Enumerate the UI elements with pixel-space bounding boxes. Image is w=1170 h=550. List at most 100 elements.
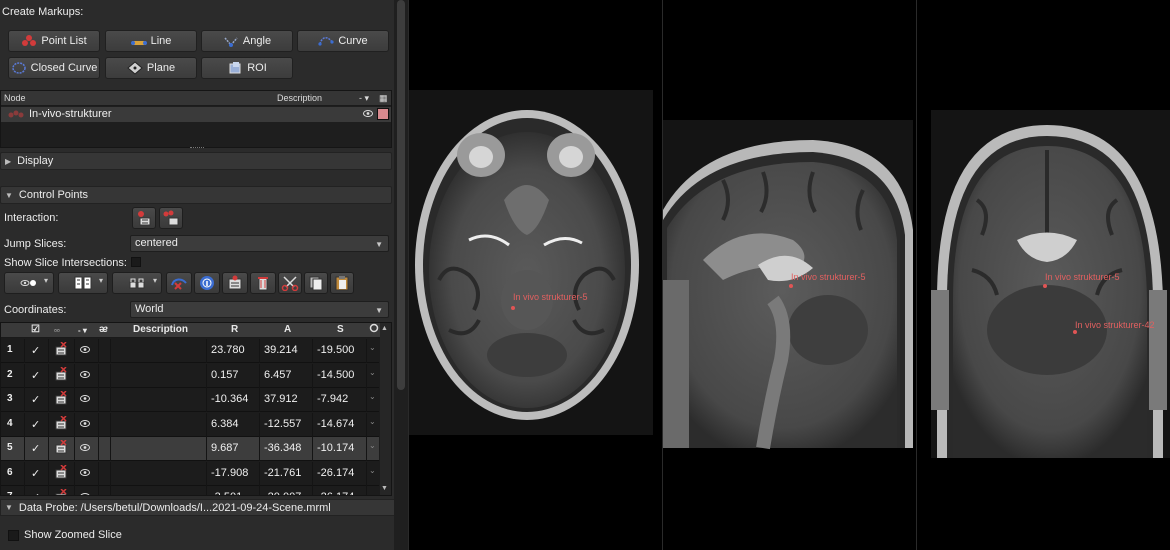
unset-position-button[interactable] [222,272,248,294]
row-dropdown-icon[interactable]: ⌄ [369,417,376,426]
table-vertical-scrollbar[interactable]: ▲ ▼ [380,323,391,495]
row-dropdown-icon[interactable]: ⌄ [369,392,376,401]
copy-button[interactable] [304,272,328,294]
sagittal-slice-view[interactable]: In vivo strukturer-5 [662,0,916,550]
row-selected-checkbox[interactable]: ✓ [31,442,40,455]
visibility-menu-arrow[interactable]: ▾ [44,276,48,285]
fiducial-point-axial[interactable] [511,306,515,310]
row-dropdown-icon[interactable]: ⌄ [369,343,376,352]
row-lock-icon[interactable] [55,342,67,356]
table-row[interactable]: 2 ✓ 0.157 6.457 -14.500 ⌄ [1,363,379,388]
s-column-header[interactable]: S [337,324,344,335]
slice-intersections-checkbox[interactable] [131,257,141,267]
line-button[interactable]: Line [105,30,197,52]
row-dropdown-icon[interactable]: ⌄ [369,490,376,495]
row-number-cell [1,486,25,495]
row-dropdown-icon[interactable]: ⌄ [369,368,376,377]
place-multiple-points-icon [163,210,179,226]
delete-point-button[interactable] [166,272,192,294]
row-selected-checkbox[interactable]: ✓ [31,344,40,357]
row-lock-icon[interactable] [55,440,67,454]
row-visibility-eye-icon[interactable] [80,468,90,476]
selection-menu-arrow[interactable]: ▾ [99,276,103,285]
table-row[interactable]: 1 ✓ 23.780 39.214 -19.500 ⌄ [1,339,379,363]
column-grid-icon[interactable]: ▦ [379,93,388,104]
selected-column-icon[interactable]: ☑ [31,324,40,335]
row-lock-icon[interactable] [55,415,67,430]
fiducial-point-coronal[interactable] [1043,284,1047,288]
row-visibility-eye-icon[interactable] [80,370,90,378]
coordinates-label: Coordinates: [4,304,67,316]
plane-button[interactable]: Plane [105,57,197,79]
row-dropdown-icon[interactable]: ⌄ [369,466,376,475]
closed-curve-button[interactable]: Closed Curve [8,57,100,79]
row-selected-checkbox[interactable]: ✓ [31,369,40,382]
show-zoomed-slice-checkbox[interactable] [8,530,19,541]
row-selected-checkbox[interactable]: ✓ [31,393,40,406]
fiducial-point-sagittal[interactable] [789,284,793,288]
paste-button[interactable] [330,272,354,294]
point-list-button[interactable]: Point List [8,30,100,52]
place-multiple-points-button[interactable] [159,207,183,229]
table-row[interactable]: 3 ✓ -10.364 37.912 -7.942 ⌄ [1,388,379,412]
row-lock-icon[interactable] [55,391,67,405]
r-column-header[interactable]: R [231,324,238,335]
interaction-label: Interaction: [4,212,59,224]
node-visibility-eye-icon[interactable] [363,110,373,117]
fiducial-label-axial: In vivo strukturer-5 [513,292,588,302]
roi-button[interactable]: ROI [201,57,293,79]
point-info-button[interactable] [194,272,220,294]
angle-button[interactable]: Angle [201,30,293,52]
node-table-header: Node Description - ▾ ▦ [1,91,391,106]
node-row[interactable]: In-vivo-strukturer [1,107,391,122]
table-row[interactable]: 7 ✓ -3.501 -20.007 -26.174 ⌄ [1,486,379,496]
table-row[interactable]: 5 ✓ 9.687 -36.348 -10.174 ⌄ [1,437,379,461]
axial-slice-view[interactable]: In vivo strukturer-5 [408,0,662,550]
scroll-down-arrow-icon[interactable]: ▼ [381,485,388,492]
row-visibility-eye-icon[interactable] [80,346,90,353]
row-visibility-eye-icon[interactable] [80,444,90,451]
row-lock-icon[interactable] [55,464,67,479]
description-column-header[interactable]: Description [133,324,188,335]
table-row[interactable]: 4 ✓ 6.384 -12.557 -14.674 ⌄ [1,412,379,437]
curve-button[interactable]: Curve [297,30,389,52]
jump-slices-select[interactable]: centered ▼ [130,235,389,252]
coronal-slice-view[interactable]: In vivo strukturer-5 In vivo strukturer-… [916,0,1170,550]
collapsed-arrow-icon: ▶ [5,156,12,166]
description-column-header[interactable]: Description [277,93,322,103]
control-points-section[interactable]: ▼ Control Points [0,186,392,204]
coordinates-select[interactable]: World ▼ [130,301,389,318]
row-number-cell [1,339,25,363]
panel-scrollbar-thumb[interactable] [397,0,405,390]
lock-menu-arrow[interactable]: ▾ [153,276,157,285]
row-visibility-eye-icon[interactable] [80,395,90,402]
scroll-up-arrow-icon[interactable]: ▲ [381,325,388,332]
fiducial-point-coronal-2[interactable] [1073,330,1077,334]
row-lock-icon[interactable] [55,489,67,496]
locked-column-icon[interactable]: ▫▫ [54,326,60,335]
s-value: -19.500 [317,344,355,356]
row-selected-checkbox[interactable]: ✓ [31,467,40,480]
display-section[interactable]: ▶ Display [0,152,392,170]
splitter-handle[interactable] [190,147,204,149]
table-row[interactable]: 6 ✓ -17.908 -21.761 -26.174 ⌄ [1,461,379,486]
cut-button[interactable] [278,272,302,294]
row-selected-checkbox[interactable]: ✓ [31,491,40,495]
row-dropdown-icon[interactable]: ⌄ [369,441,376,450]
name-column-header[interactable]: ᴂ [99,324,108,335]
node-color-swatch[interactable] [377,108,389,120]
column-options-icon[interactable]: - ▾ [359,93,369,104]
row-selected-checkbox[interactable]: ✓ [31,418,40,431]
data-probe-section[interactable]: ▼ Data Probe: /Users/betul/Downloads/I..… [0,499,404,516]
row-visibility-eye-icon[interactable] [80,493,90,496]
row-lock-icon[interactable] [55,366,67,381]
place-point-button[interactable] [132,207,156,229]
visible-column-icon[interactable]: - ▾ [78,326,87,335]
row-visibility-eye-icon[interactable] [80,419,90,427]
plane-icon [127,61,143,75]
a-column-header[interactable]: A [284,324,291,335]
node-column-header[interactable]: Node [4,93,26,103]
delete-all-button[interactable] [250,272,276,294]
search-icon[interactable] [369,323,379,338]
row-number: 3 [7,393,13,404]
